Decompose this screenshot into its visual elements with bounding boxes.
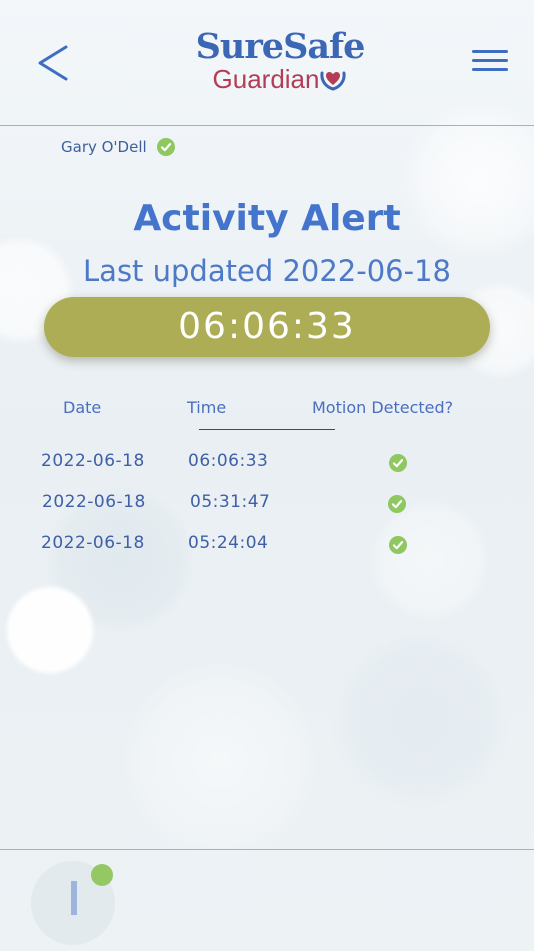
row-date: 2022-06-18 [42,492,146,512]
row-time: 06:06:33 [188,451,269,471]
table-row: 2022-06-18 05:31:47 [0,492,534,516]
suresafe-logo: SureSafe Guardian [180,28,380,98]
check-circle-icon [389,536,407,554]
heart-hands-icon [320,71,347,91]
table-row: 2022-06-18 05:24:04 [0,533,534,557]
logo-subtitle: Guardian [212,64,320,94]
column-header-date: Date [63,398,102,417]
last-updated-text: Last updated 2022-06-18 [83,254,451,288]
menu-button[interactable] [472,50,510,76]
app-header: SureSafe Guardian [0,0,534,126]
row-date: 2022-06-18 [41,533,145,553]
device-level-icon [71,881,77,915]
chevron-left-icon [38,45,68,81]
row-date: 2022-06-18 [41,451,145,471]
user-name: Gary O'Dell [61,138,147,156]
logo-title: SureSafe [195,26,366,67]
check-circle-icon [156,138,175,156]
last-activity-time: 06:06:33 [44,297,490,357]
check-circle-icon [389,454,407,472]
logo-subtitle-row: Guardian [180,65,380,93]
row-time: 05:24:04 [188,533,269,553]
table-row: 2022-06-18 06:06:33 [0,451,534,475]
check-circle-icon [388,495,406,513]
header-divider [199,429,335,430]
user-info: Gary O'Dell [61,138,175,156]
column-header-time: Time [187,398,227,417]
back-button[interactable] [30,38,80,88]
column-header-motion: Motion Detected? [312,398,454,417]
status-indicator-dot [91,864,113,886]
row-time: 05:31:47 [190,492,271,512]
page-title: Activity Alert [133,198,401,239]
hamburger-menu-icon [472,50,510,71]
